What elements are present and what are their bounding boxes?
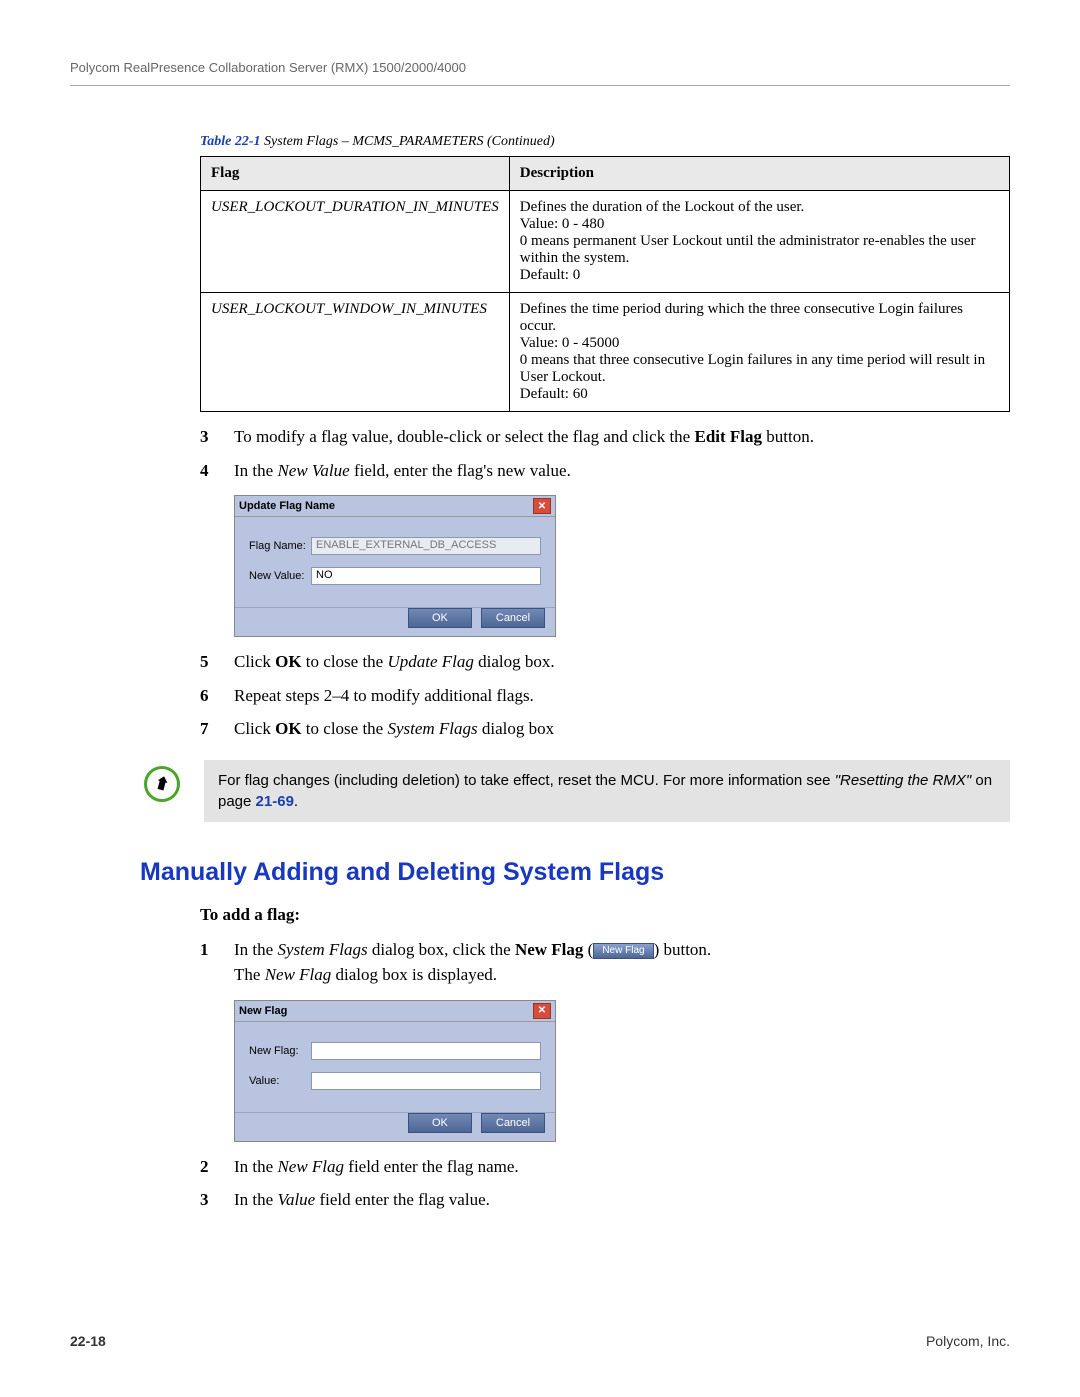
table-caption-text: System Flags – MCMS_PARAMETERS (Continue…: [261, 134, 555, 149]
steps-list: 1 In the System Flags dialog box, click …: [200, 937, 1010, 988]
step-text: In the Value field enter the flag value.: [234, 1187, 1010, 1213]
ok-button[interactable]: OK: [408, 608, 472, 628]
step-text: In the System Flags dialog box, click th…: [234, 937, 1010, 988]
step-number: 7: [200, 716, 234, 742]
steps-list: 3 To modify a flag value, double-click o…: [200, 424, 1010, 483]
new-flag-button[interactable]: New Flag: [593, 943, 653, 959]
new-flag-label: New Flag:: [249, 1045, 311, 1057]
description-cell: Defines the duration of the Lockout of t…: [509, 191, 1009, 293]
value-label: Value:: [249, 1075, 311, 1087]
table-number: Table 22-1: [200, 134, 261, 149]
flag-name-label: Flag Name:: [249, 540, 311, 552]
dialog-title: New Flag: [239, 1005, 287, 1017]
new-flag-input[interactable]: [311, 1042, 541, 1060]
steps-list: 2 In the New Flag field enter the flag n…: [200, 1154, 1010, 1213]
step-number: 3: [200, 1187, 234, 1213]
dialog-titlebar[interactable]: New Flag ✕: [235, 1001, 555, 1022]
flag-cell: USER_LOCKOUT_WINDOW_IN_MINUTES: [201, 293, 510, 412]
system-flags-table: Flag Description USER_LOCKOUT_DURATION_I…: [200, 156, 1010, 412]
description-cell: Defines the time period during which the…: [509, 293, 1009, 412]
flag-name-input[interactable]: ENABLE_EXTERNAL_DB_ACCESS: [311, 537, 541, 555]
dialog-titlebar[interactable]: Update Flag Name ✕: [235, 496, 555, 517]
table-caption: Table 22-1 System Flags – MCMS_PARAMETER…: [200, 134, 1010, 150]
step-number: 1: [200, 937, 234, 988]
note-text: For flag changes (including deletion) to…: [204, 760, 1010, 822]
table-row: USER_LOCKOUT_DURATION_IN_MINUTES Defines…: [201, 191, 1010, 293]
step-number: 2: [200, 1154, 234, 1180]
value-input[interactable]: [311, 1072, 541, 1090]
new-flag-dialog: New Flag ✕ New Flag: Value: OK Cancel: [234, 1000, 556, 1142]
new-value-label: New Value:: [249, 570, 311, 582]
steps-list: 5 Click OK to close the Update Flag dial…: [200, 649, 1010, 742]
step-text: Click OK to close the System Flags dialo…: [234, 716, 1010, 742]
dialog-title: Update Flag Name: [239, 500, 335, 512]
step-text: Click OK to close the Update Flag dialog…: [234, 649, 1010, 675]
subheading: To add a flag:: [200, 905, 1010, 925]
new-value-input[interactable]: NO: [311, 567, 541, 585]
table-header-description: Description: [509, 157, 1009, 191]
step-text: Repeat steps 2–4 to modify additional fl…: [234, 683, 1010, 709]
step-number: 5: [200, 649, 234, 675]
step-number: 4: [200, 458, 234, 484]
table-header-flag: Flag: [201, 157, 510, 191]
step-number: 3: [200, 424, 234, 450]
company-name: Polycom, Inc.: [926, 1333, 1010, 1349]
running-header: Polycom RealPresence Collaboration Serve…: [70, 60, 1010, 86]
table-row: USER_LOCKOUT_WINDOW_IN_MINUTES Defines t…: [201, 293, 1010, 412]
step-text: In the New Flag field enter the flag nam…: [234, 1154, 1010, 1180]
note-box: For flag changes (including deletion) to…: [144, 760, 1010, 822]
step-text: In the New Value field, enter the flag's…: [234, 458, 1010, 484]
flag-cell: USER_LOCKOUT_DURATION_IN_MINUTES: [201, 191, 510, 293]
update-flag-dialog: Update Flag Name ✕ Flag Name: ENABLE_EXT…: [234, 495, 556, 637]
close-icon[interactable]: ✕: [533, 1003, 551, 1019]
pushpin-icon: [144, 766, 180, 802]
step-text: To modify a flag value, double-click or …: [234, 424, 1010, 450]
ok-button[interactable]: OK: [408, 1113, 472, 1133]
cancel-button[interactable]: Cancel: [481, 1113, 545, 1133]
page-number: 22-18: [70, 1333, 106, 1349]
step-number: 6: [200, 683, 234, 709]
section-heading: Manually Adding and Deleting System Flag…: [140, 858, 1010, 887]
page-ref-link[interactable]: 21-69: [256, 793, 294, 810]
cancel-button[interactable]: Cancel: [481, 608, 545, 628]
close-icon[interactable]: ✕: [533, 498, 551, 514]
footer: 22-18 Polycom, Inc.: [70, 1333, 1010, 1349]
